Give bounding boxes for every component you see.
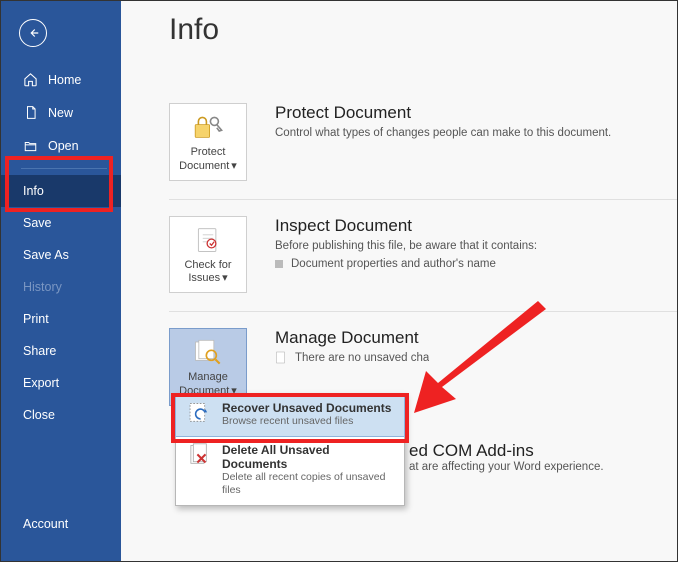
protect-document-button[interactable]: Protect Document▾ xyxy=(169,103,247,181)
nav-label: Close xyxy=(23,408,55,422)
nav-close[interactable]: Close xyxy=(1,399,121,431)
menu-item-title: Recover Unsaved Documents xyxy=(222,401,391,415)
nav-info[interactable]: Info xyxy=(1,175,121,207)
menu-item-sub: Browse recent unsaved files xyxy=(222,415,391,428)
nav-label: Share xyxy=(23,344,56,358)
nav-label: Save As xyxy=(23,248,69,262)
nav-export[interactable]: Export xyxy=(1,367,121,399)
chevron-down-icon: ▾ xyxy=(222,272,228,286)
back-button[interactable] xyxy=(19,19,47,47)
section-heading: Manage Document xyxy=(275,328,429,348)
nav-save[interactable]: Save xyxy=(1,207,121,239)
menu-recover-unsaved[interactable]: Recover Unsaved Documents Browse recent … xyxy=(175,393,405,437)
lock-key-icon xyxy=(174,112,242,142)
bullet-icon xyxy=(275,260,283,268)
section-manage: Manage Document▾ Manage Document There a… xyxy=(121,312,677,406)
com-addins-desc-partial: at are affecting your Word experience. xyxy=(409,461,604,473)
nav-home[interactable]: Home xyxy=(1,63,121,96)
section-heading: Inspect Document xyxy=(275,216,537,236)
nav-label: Info xyxy=(23,184,44,198)
section-heading: Protect Document xyxy=(275,103,611,123)
nav-label: History xyxy=(23,280,62,294)
delete-icon xyxy=(186,443,212,469)
arrow-left-icon xyxy=(26,26,40,40)
nav-open[interactable]: Open xyxy=(1,129,121,162)
chevron-down-icon: ▾ xyxy=(231,160,237,174)
section-desc: Control what types of changes people can… xyxy=(275,125,611,142)
section-desc: Before publishing this file, be aware th… xyxy=(275,238,537,255)
inspect-icon xyxy=(174,225,242,255)
backstage-sidebar: Home New Open Info Save Save As History … xyxy=(1,1,121,561)
nav-label: Save xyxy=(23,216,52,230)
nav-label: Open xyxy=(48,139,79,153)
bullet-text: Document properties and author's name xyxy=(291,256,496,273)
nav-share[interactable]: Share xyxy=(1,335,121,367)
com-addins-heading-partial: ed COM Add-ins xyxy=(409,441,604,461)
nav-new[interactable]: New xyxy=(1,96,121,129)
nav-label: Home xyxy=(48,73,81,87)
nav-save-as[interactable]: Save As xyxy=(1,239,121,271)
nav-label: Export xyxy=(23,376,59,390)
home-icon xyxy=(23,72,38,87)
open-icon xyxy=(23,138,38,153)
no-unsaved-text: There are no unsaved cha xyxy=(295,350,429,367)
button-label: Protect Document xyxy=(179,146,229,172)
nav-history: History xyxy=(1,271,121,303)
section-inspect: Check for Issues▾ Inspect Document Befor… xyxy=(121,200,677,294)
menu-item-sub: Delete all recent copies of unsaved file… xyxy=(222,471,394,497)
section-protect: Protect Document▾ Protect Document Contr… xyxy=(121,87,677,181)
check-issues-button[interactable]: Check for Issues▾ xyxy=(169,216,247,294)
manage-doc-icon xyxy=(174,337,242,367)
nav-label: New xyxy=(48,106,73,120)
recover-icon xyxy=(186,401,212,427)
menu-delete-unsaved[interactable]: Delete All Unsaved Documents Delete all … xyxy=(176,436,404,505)
page-title: Info xyxy=(121,1,677,47)
nav-print[interactable]: Print xyxy=(1,303,121,335)
nav-account[interactable]: Account xyxy=(1,509,121,539)
nav-label: Print xyxy=(23,312,49,326)
page-icon xyxy=(275,351,287,365)
manage-document-menu: Recover Unsaved Documents Browse recent … xyxy=(175,393,405,506)
new-icon xyxy=(23,105,38,120)
menu-item-title: Delete All Unsaved Documents xyxy=(222,443,394,471)
nav-label: Account xyxy=(23,517,68,531)
